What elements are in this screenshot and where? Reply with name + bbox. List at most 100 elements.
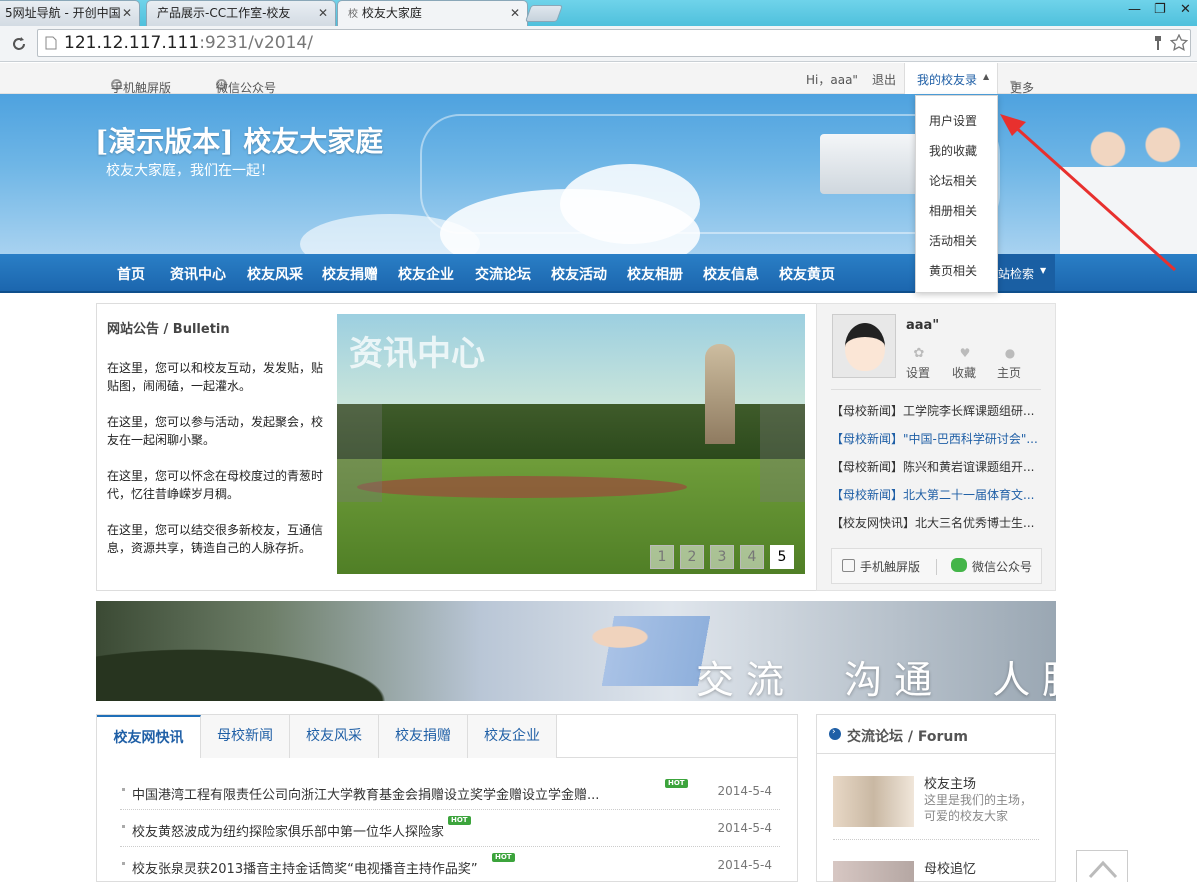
table-row[interactable]: 校友张泉灵获2013播音主持金话筒奖“电视播音主持作品奖” 2014-5-4	[120, 848, 780, 882]
tab-alumni-style[interactable]: 校友风采	[290, 715, 379, 758]
bulletin-paragraph: 在这里，您可以结交很多新校友，互通信息，资源共享，铸造自己的人脉存折。	[107, 523, 324, 555]
wechat-icon	[951, 558, 967, 572]
menu-favorites[interactable]: 我的收藏	[929, 142, 977, 159]
forum-board-desc: 这里是我们的主场，	[924, 793, 1033, 807]
reload-icon[interactable]	[10, 35, 28, 53]
nav-donation[interactable]: 校友捐赠	[322, 264, 378, 284]
building-image	[820, 134, 920, 194]
browser-tab-3[interactable]: 校 校友大家庭 ✕	[337, 0, 528, 26]
bulletin-paragraph: 在这里，您可以参与活动，发起聚会，校友在一起闲聊小聚。	[107, 415, 324, 447]
bookmark-star-icon[interactable]	[1170, 34, 1188, 52]
bulletin-paragraph: 在这里，您可以和校友互动，发发贴，贴贴图，闹闹磕，一起灌水。	[107, 361, 324, 393]
forum-panel: › 交流论坛 / Forum 校友主场 这里是我们的主场， 可爱的校友大家 母校…	[816, 714, 1056, 882]
slogan-text: 交流 沟通 人脉	[696, 658, 1056, 701]
news-item[interactable]: 【母校新闻】陈兴和黄岩谊课题组开...	[831, 458, 1041, 475]
tab-close-icon[interactable]: ✕	[510, 1, 520, 25]
person-icon: ●	[1004, 346, 1016, 360]
caret-up-icon: ▲	[983, 72, 990, 81]
nav-album[interactable]: 校友相册	[627, 264, 683, 284]
favicon-icon: 校	[348, 9, 358, 20]
caret-down-icon: ▼	[1010, 79, 1017, 88]
tab-close-icon[interactable]: ✕	[318, 1, 328, 25]
news-item[interactable]: 【校友网快讯】北大三名优秀博士生...	[831, 514, 1041, 531]
site-title: [演示版本] 校友大家庭	[95, 125, 384, 158]
nav-yellow-pages[interactable]: 校友黄页	[779, 264, 835, 284]
home-link[interactable]: 主页	[997, 364, 1021, 381]
news-item[interactable]: 【母校新闻】工学院李长辉课题组研...	[831, 402, 1041, 419]
nav-activities[interactable]: 校友活动	[551, 264, 607, 284]
slider-page-4[interactable]: 4	[740, 545, 764, 569]
wechat-link[interactable]: 微信公众号	[972, 558, 1032, 575]
avatar-face	[845, 323, 885, 371]
slider-page-3[interactable]: 3	[710, 545, 734, 569]
menu-user-settings[interactable]: 用户设置	[929, 112, 977, 129]
tree-silhouette	[96, 641, 416, 701]
slider-prev-button[interactable]	[337, 404, 382, 502]
menu-activities[interactable]: 活动相关	[929, 232, 977, 249]
new-tab-button[interactable]	[524, 5, 564, 22]
news-item[interactable]: 【母校新闻】"中国-巴西科学研讨会"...	[831, 430, 1041, 447]
row-title[interactable]: 中国港湾工程有限责任公司向浙江大学教育基金会捐赠设立奖学金赠设立学金赠...	[132, 784, 599, 803]
slider-next-button[interactable]	[760, 404, 805, 502]
tab-school-news[interactable]: 母校新闻	[201, 715, 290, 758]
chevron-right-icon: ›	[832, 727, 836, 737]
tab-label: 产品展示-CC工作室-校友	[157, 6, 291, 20]
favorites-link[interactable]: 收藏	[952, 364, 976, 381]
browser-tab-1[interactable]: 5网址导航 - 开创中国 ✕	[0, 0, 140, 26]
forum-thumb[interactable]	[833, 861, 914, 882]
nav-enterprise[interactable]: 校友企业	[398, 264, 454, 284]
url-field[interactable]: 121.12.117.111:9231/v2014/	[37, 29, 1191, 57]
tab-alumni-flash[interactable]: 校友网快讯	[97, 715, 201, 758]
slogan-banner: 交流 沟通 人脉	[96, 601, 1056, 701]
menu-forum[interactable]: 论坛相关	[929, 172, 977, 189]
bulletin-paragraph: 在这里，您可以怀念在母校度过的青葱时代，忆往昔峥嵘岁月稠。	[107, 469, 324, 501]
menu-yellow-pages[interactable]: 黄页相关	[929, 262, 977, 279]
minimize-icon[interactable]: —	[1128, 2, 1141, 17]
nav-info[interactable]: 校友信息	[703, 264, 759, 284]
slider-page-1[interactable]: 1	[650, 545, 674, 569]
nav-alumni-style[interactable]: 校友风采	[247, 264, 303, 284]
row-date: 2014-5-4	[717, 858, 772, 872]
nav-news-center[interactable]: 资讯中心	[170, 264, 226, 284]
tab-close-icon[interactable]: ✕	[122, 1, 132, 25]
tab-label: 5网址导航 - 开创中国	[5, 6, 121, 20]
slider-page-2[interactable]: 2	[680, 545, 704, 569]
logout-link[interactable]: 退出	[872, 71, 896, 88]
forum-board-name[interactable]: 母校追忆	[924, 858, 976, 877]
settings-link[interactable]: 设置	[906, 364, 930, 381]
browser-tab-2[interactable]: 产品展示-CC工作室-校友 ✕	[146, 0, 336, 26]
close-window-icon[interactable]: ✕	[1180, 2, 1191, 17]
hot-badge: HOT	[665, 779, 688, 788]
nav-forum[interactable]: 交流论坛	[475, 264, 531, 284]
back-to-top-button[interactable]	[1076, 850, 1128, 882]
row-title[interactable]: 校友张泉灵获2013播音主持金话筒奖“电视播音主持作品奖”	[132, 858, 478, 877]
slider-page-5[interactable]: 5	[770, 545, 794, 569]
bullet-icon	[122, 862, 125, 865]
news-slider[interactable]: 资讯中心	[337, 314, 805, 574]
row-title[interactable]: 校友黄怒波成为纽约探险家俱乐部中第一位华人探险家	[132, 821, 444, 840]
extension-icon[interactable]	[1150, 35, 1166, 51]
avatar[interactable]	[832, 314, 896, 378]
user-panel: aaa" ✿ 设置 ♥ 收藏 ● 主页 手机触屏版 微信公众号	[816, 303, 1056, 591]
settings-icon: ✿	[913, 346, 925, 361]
profile-dropdown-menu: 用户设置 我的收藏 论坛相关 相册相关 活动相关 黄页相关	[915, 95, 998, 293]
my-profile-toggle[interactable]: 我的校友录 ▲	[904, 63, 998, 95]
news-item[interactable]: 【母校新闻】北大第二十一届体育文...	[831, 486, 1041, 503]
url-path: :9231/v2014/	[199, 33, 313, 53]
forum-board-name[interactable]: 校友主场	[924, 773, 976, 792]
url-host: 121.12.117.111	[64, 33, 200, 53]
nav-home[interactable]: 首页	[117, 264, 145, 284]
divider	[833, 839, 1039, 840]
forum-thumb[interactable]	[833, 776, 914, 827]
greeting: Hi，aaa"	[806, 73, 858, 87]
tab-enterprise[interactable]: 校友企业	[468, 715, 557, 758]
maximize-icon[interactable]: ❐	[1154, 2, 1166, 17]
hot-badge: HOT	[448, 816, 471, 825]
bulletin-title: 网站公告 / Bulletin	[107, 322, 230, 337]
site-subtitle: 校友大家庭，我们在一起！	[106, 163, 274, 179]
tab-donation[interactable]: 校友捐赠	[379, 715, 468, 758]
menu-album[interactable]: 相册相关	[929, 202, 977, 219]
chevron-up-icon	[1088, 860, 1118, 879]
mobile-version-link[interactable]: 手机触屏版	[860, 558, 920, 575]
slider-caption: 资讯中心	[349, 334, 485, 374]
